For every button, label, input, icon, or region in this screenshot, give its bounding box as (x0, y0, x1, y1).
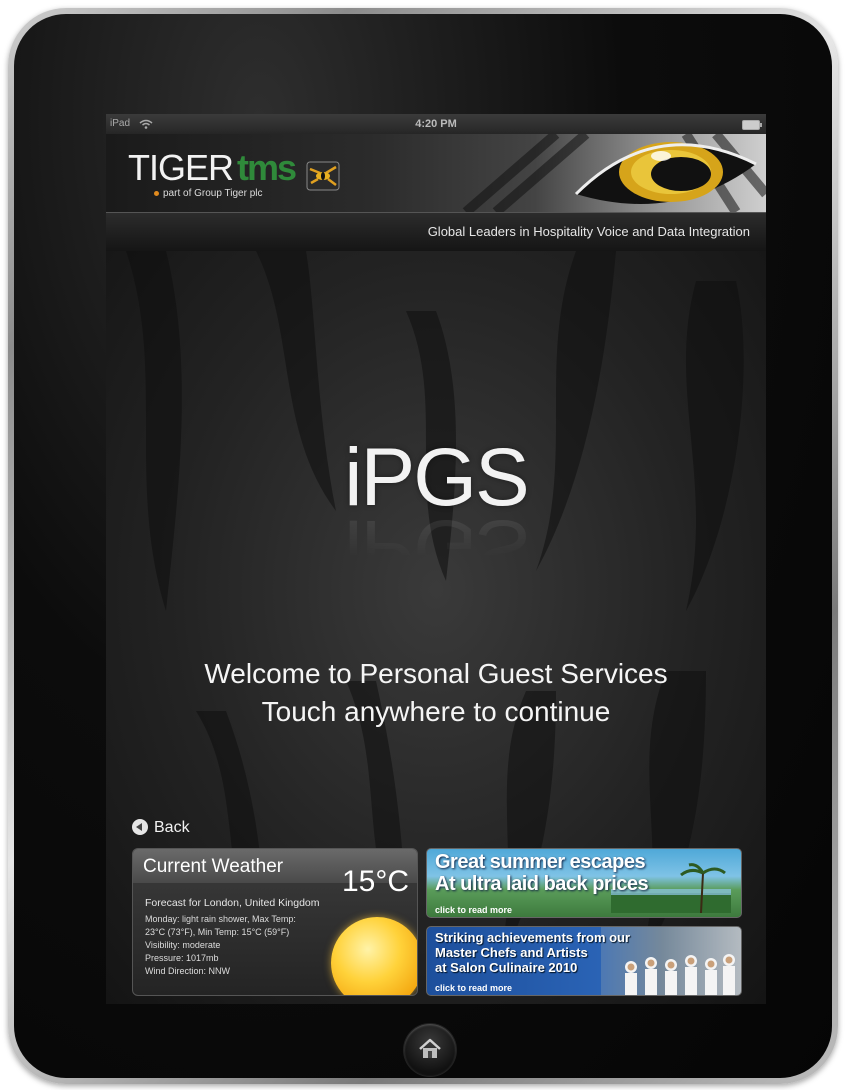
app-title-reflection: iPGS (344, 503, 528, 594)
weather-detail-line: 23°C (73°F), Min Temp: 15°C (59°F) (145, 927, 290, 937)
screen[interactable]: iPad 4:20 PM TIGER tms part of Group Tige… (106, 114, 766, 1004)
orange-dot (154, 190, 159, 196)
promo-1-line-1: Great summer escapes (435, 851, 646, 873)
home-button[interactable] (404, 1024, 456, 1076)
back-button[interactable]: Back (132, 817, 190, 839)
status-bar: iPad 4:20 PM (106, 114, 766, 134)
forecast-location: Forecast for London, United Kingdom (145, 897, 320, 909)
promo-summer-escapes[interactable]: Great summer escapes At ultra laid back … (426, 848, 742, 918)
tiger-eye-image (462, 134, 766, 212)
logo-tms-text: tms (237, 147, 297, 188)
welcome-message[interactable]: Welcome to Personal Guest Services Touch… (106, 655, 766, 731)
promo-2-read-more-link[interactable]: click to read more (435, 983, 512, 993)
brand-logo: TIGER tms (128, 147, 340, 191)
promo-salon-culinaire[interactable]: Striking achievements from our Master Ch… (426, 926, 742, 996)
weather-detail-line: Wind Direction: NNW (145, 966, 231, 976)
home-icon (419, 1038, 441, 1058)
weather-temperature: 15°C (342, 865, 409, 899)
promo-1-read-more-link[interactable]: click to read more (435, 905, 512, 915)
status-time: 4:20 PM (415, 118, 457, 130)
battery-icon (742, 120, 762, 130)
promo-2-line-1: Striking achievements from our (435, 930, 631, 945)
back-arrow-icon (132, 818, 148, 835)
tagline: Global Leaders in Hospitality Voice and … (427, 224, 750, 239)
temperature-value: 15 (341, 865, 376, 898)
logo-subtitle-text: part of Group Tiger plc (163, 188, 263, 199)
tiger-eye-logo-icon (306, 161, 339, 191)
subheader: Global Leaders in Hospitality Voice and … (106, 212, 766, 252)
weather-widget[interactable]: Current Weather 15°C Forecast for London… (132, 848, 418, 996)
weather-title: Current Weather (143, 856, 284, 877)
main-area[interactable]: iPGS iPGS Welcome to Personal Guest Serv… (106, 251, 766, 1004)
promo-2-line-2: Master Chefs and Artists (435, 945, 588, 960)
logo-subtitle: part of Group Tiger plc (154, 188, 263, 199)
weather-detail-line: Pressure: 1017mb (145, 953, 219, 963)
header-banner: TIGER tms part of Group Tiger plc (106, 134, 766, 212)
welcome-line-2: Touch anywhere to continue (261, 696, 611, 727)
weather-detail-line: Visibility: moderate (145, 940, 221, 950)
temperature-unit: °C (375, 865, 409, 898)
promo-1-line-2: At ultra laid back prices (435, 873, 649, 895)
weather-detail-line: Monday: light rain shower, Max Temp: (145, 914, 296, 924)
back-label: Back (154, 819, 190, 836)
logo-tiger-text: TIGER (128, 147, 234, 188)
weather-details: Monday: light rain shower, Max Temp: 23°… (145, 913, 345, 978)
welcome-line-1: Welcome to Personal Guest Services (204, 658, 668, 689)
promo-2-line-3: at Salon Culinaire 2010 (435, 960, 578, 975)
